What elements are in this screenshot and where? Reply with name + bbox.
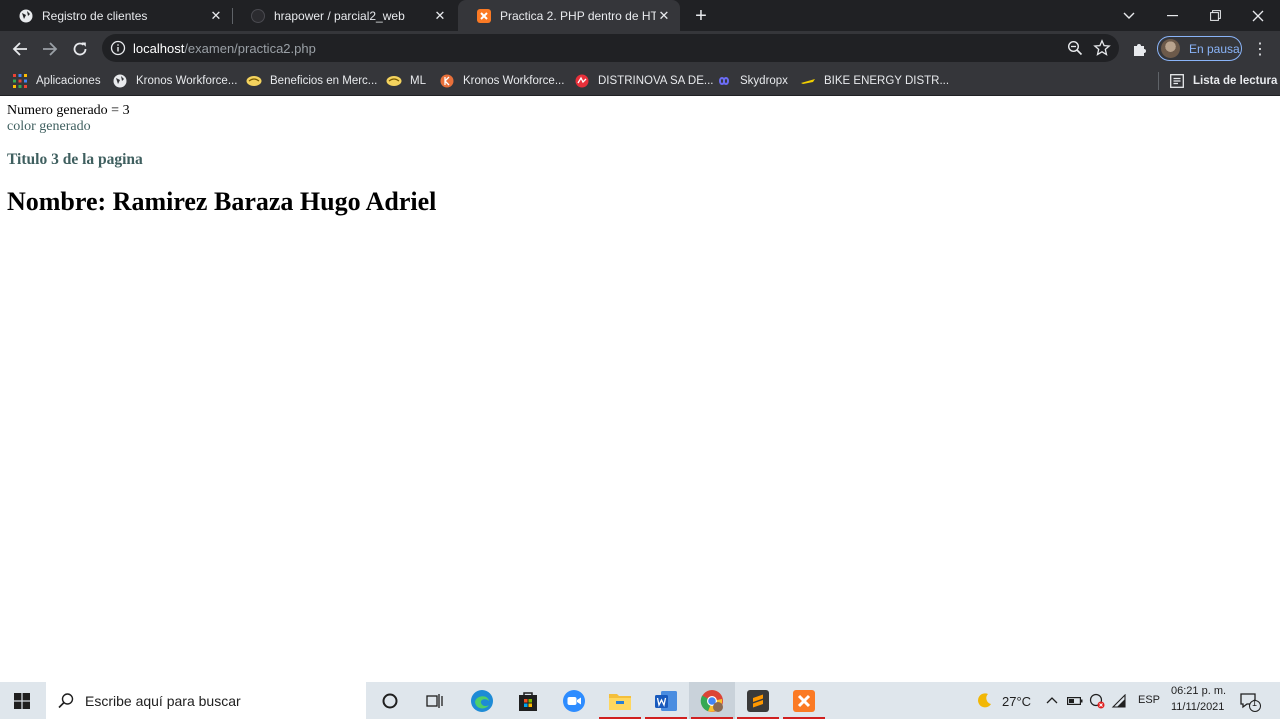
url-host: localhost <box>133 41 185 56</box>
avatar <box>1161 39 1180 58</box>
globe-icon <box>112 73 128 89</box>
browser-toolbar: localhost/examen/practica2.php En pausa … <box>0 31 1280 66</box>
url-path: /examen/practica2.php <box>184 41 316 56</box>
edge-browser-icon[interactable] <box>459 682 505 719</box>
restore-icon[interactable] <box>1193 0 1237 31</box>
new-tab-button[interactable]: + <box>690 5 712 27</box>
notification-center-icon[interactable] <box>1239 691 1263 713</box>
sublime-text-icon[interactable] <box>735 682 781 719</box>
minimize-icon[interactable] <box>1150 0 1194 31</box>
github-icon <box>250 8 266 24</box>
bookmark-label: ML <box>410 74 426 87</box>
handshake-icon <box>386 73 402 89</box>
close-tab-icon[interactable]: ✕ <box>208 8 224 24</box>
bookmark-kronos-2[interactable]: Kronos Workforce... <box>439 66 564 95</box>
page-title: Titulo 3 de la pagina <box>7 151 143 168</box>
bookmark-label: DISTRINOVA SA DE... <box>598 74 714 87</box>
distrinova-icon <box>574 73 590 89</box>
cortana-circle-icon[interactable] <box>367 682 413 719</box>
bookmark-skydropx[interactable]: Skydropx <box>716 66 788 95</box>
xampp-icon[interactable] <box>781 682 827 719</box>
url-text: localhost/examen/practica2.php <box>133 41 316 56</box>
zoom-icon[interactable] <box>1067 40 1083 56</box>
notification-count-badge: 1 <box>1252 698 1258 708</box>
generated-number-text: Numero generado = 3 <box>7 103 130 118</box>
chevron-up-icon[interactable] <box>1045 694 1059 706</box>
info-icon[interactable] <box>110 40 126 56</box>
tab-strip: Registro de clientes ✕ hrapower / parcia… <box>0 0 1280 31</box>
windows-taskbar: Escribe aquí para buscar 27°C ESP 06:21 … <box>0 682 1280 719</box>
more-options-icon[interactable]: ⋮ <box>1252 38 1268 60</box>
tab-title: hrapower / parcial2_web <box>274 8 405 23</box>
handshake-icon <box>246 73 262 89</box>
taskbar-search-box[interactable]: Escribe aquí para buscar <box>46 682 366 719</box>
kronos-icon <box>439 73 455 89</box>
apps-grid-icon <box>12 73 28 89</box>
bookmark-label: Kronos Workforce... <box>136 74 238 87</box>
bookmark-ml[interactable]: ML <box>386 66 426 95</box>
language-indicator[interactable]: ESP <box>1138 694 1160 706</box>
bookmark-label: Beneficios en Merc... <box>270 74 378 87</box>
clock-time[interactable]: 06:21 p. m. <box>1171 685 1226 697</box>
chrome-browser-icon[interactable] <box>689 682 735 719</box>
reading-list-button[interactable]: Lista de lectura <box>1169 66 1277 95</box>
search-icon <box>57 692 75 710</box>
xampp-icon <box>476 8 492 24</box>
bookmarks-bar: Aplicaciones Kronos Workforce... Benefic… <box>0 66 1280 96</box>
battery-icon[interactable] <box>1067 694 1083 708</box>
extensions-puzzle-icon[interactable] <box>1131 40 1149 58</box>
windows-start-icon[interactable] <box>0 682 44 719</box>
task-view-icon[interactable] <box>412 682 458 719</box>
clock-date[interactable]: 11/11/2021 <box>1171 701 1224 713</box>
skydropx-icon <box>716 73 732 89</box>
search-placeholder: Escribe aquí para buscar <box>85 692 241 709</box>
globe-icon <box>18 8 34 24</box>
bookmark-label: Skydropx <box>740 74 788 87</box>
generated-color-text: color generado <box>7 119 91 134</box>
address-bar[interactable]: localhost/examen/practica2.php <box>102 34 1119 62</box>
bookmark-beneficios[interactable]: Beneficios en Merc... <box>246 66 377 95</box>
zoom-app-icon[interactable] <box>551 682 597 719</box>
bike-energy-icon <box>800 73 816 89</box>
bookmark-distrinova[interactable]: DISTRINOVA SA DE... <box>574 66 713 95</box>
tab-practica2-active[interactable]: Practica 2. PHP dentro de HTML ✕ <box>458 0 680 31</box>
bookmark-bike-energy[interactable]: BIKE ENERGY DISTR... <box>800 66 949 95</box>
student-name-heading: Nombre: Ramirez Baraza Hugo Adriel <box>7 187 437 216</box>
bookmark-star-icon[interactable] <box>1093 39 1111 57</box>
reading-list-label: Lista de lectura <box>1193 74 1278 87</box>
tab-parcial2-web[interactable]: hrapower / parcial2_web ✕ <box>232 0 456 31</box>
bookmarks-separator <box>1158 72 1159 90</box>
temperature-text[interactable]: 27°C <box>1002 694 1031 709</box>
bookmark-apps[interactable]: Aplicaciones <box>12 66 101 95</box>
weather-moon-icon[interactable] <box>975 692 993 710</box>
reload-icon[interactable] <box>67 36 93 62</box>
bookmark-label: Kronos Workforce... <box>463 74 565 87</box>
reading-list-icon <box>1169 73 1185 89</box>
close-tab-icon[interactable]: ✕ <box>656 8 672 24</box>
tab-search-chevron-icon[interactable] <box>1107 0 1151 31</box>
file-explorer-icon[interactable] <box>597 682 643 719</box>
close-window-icon[interactable] <box>1236 0 1280 31</box>
microsoft-store-icon[interactable] <box>505 682 551 719</box>
bookmark-label: Aplicaciones <box>36 74 101 87</box>
tab-title: Registro de clientes <box>42 8 148 23</box>
close-tab-icon[interactable]: ✕ <box>432 8 448 24</box>
wifi-icon[interactable] <box>1111 693 1127 709</box>
tab-registro-clientes[interactable]: Registro de clientes ✕ <box>0 0 232 31</box>
page-viewport: Numero generado = 3 color generado Titul… <box>0 96 1280 682</box>
profile-status-label: En pausa <box>1189 41 1240 56</box>
forward-arrow-icon[interactable] <box>37 36 63 62</box>
volume-muted-icon[interactable] <box>1089 693 1105 709</box>
bookmark-label: BIKE ENERGY DISTR... <box>824 74 950 87</box>
profile-button[interactable]: En pausa <box>1157 36 1242 61</box>
tab-title: Practica 2. PHP dentro de HTML <box>500 8 656 23</box>
word-app-icon[interactable] <box>643 682 689 719</box>
bookmark-kronos-1[interactable]: Kronos Workforce... <box>112 66 237 95</box>
back-arrow-icon[interactable] <box>7 36 33 62</box>
